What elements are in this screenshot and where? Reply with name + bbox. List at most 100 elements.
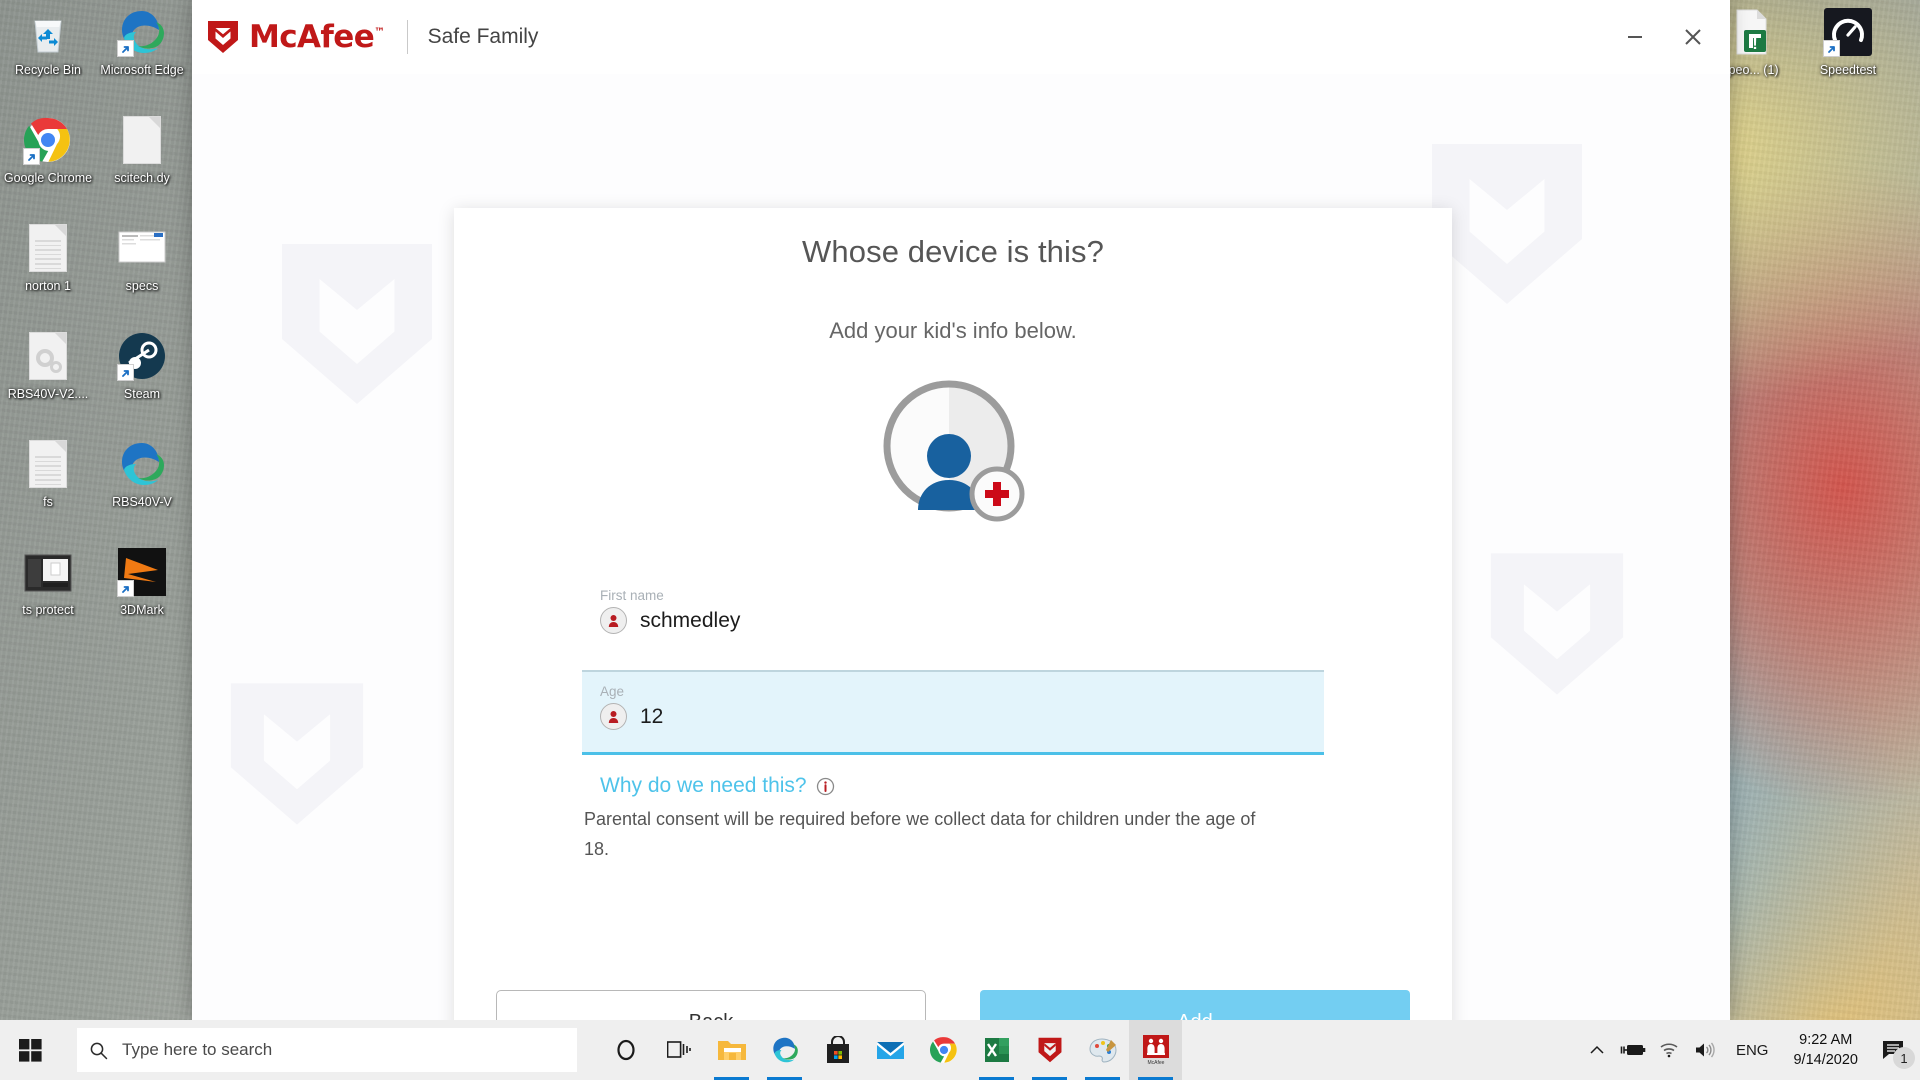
notifications-button[interactable]: 1 <box>1870 1020 1916 1080</box>
volume-button[interactable] <box>1687 1020 1723 1080</box>
excel-button[interactable] <box>970 1020 1023 1080</box>
document-icon <box>24 224 72 272</box>
mail-button[interactable] <box>864 1020 917 1080</box>
safe-family-icon: McAfee <box>1142 1035 1169 1065</box>
info-icon[interactable] <box>816 777 835 796</box>
back-button[interactable]: Back <box>496 990 926 1020</box>
steam-icon <box>117 332 166 381</box>
desktop-icon-microsoft-edge[interactable]: Microsoft Edge <box>96 8 188 78</box>
watermark-shield-icon <box>222 674 372 834</box>
watermark-shield-icon <box>1482 544 1632 704</box>
desktop-icon-speedtest[interactable]: Speedtest <box>1800 8 1896 78</box>
dialog-buttons: Back Add <box>454 990 1452 1020</box>
battery-button[interactable] <box>1615 1020 1651 1080</box>
mail-icon <box>877 1042 904 1059</box>
form-fields: First name schmedley Age 12 Why do we ne… <box>454 582 1452 864</box>
page-subtitle: Add your kid's info below. <box>829 318 1077 343</box>
add-kid-avatar[interactable] <box>873 370 1033 530</box>
clock-date: 9/14/2020 <box>1793 1052 1858 1068</box>
window-title-bar: McAfee™ Safe Family <box>192 0 1730 74</box>
desktop-icon-scitech-dy[interactable]: scitech.dy <box>96 116 188 186</box>
svg-text:McAfee: McAfee <box>1147 1060 1164 1065</box>
add-kid-dialog: Whose device is this? Add your kid's inf… <box>454 208 1452 1020</box>
person-icon <box>600 703 627 730</box>
window-content: Whose device is this? Add your kid's inf… <box>192 74 1730 1020</box>
desktop-icon-specs[interactable]: specs <box>96 224 188 294</box>
clock[interactable]: 9:22 AM 9/14/2020 <box>1781 1030 1870 1070</box>
product-title: Safe Family <box>427 25 539 48</box>
first-name-value: schmedley <box>640 608 741 632</box>
mcafee-logo: McAfee™ <box>206 19 385 55</box>
minimize-icon <box>1628 36 1642 38</box>
excel-icon <box>984 1038 1009 1062</box>
cortana-button[interactable] <box>599 1020 652 1080</box>
document-icon <box>24 440 72 488</box>
safe-family-window: McAfee™ Safe Family Whose device is this… <box>192 0 1730 1020</box>
minimize-button[interactable] <box>1606 9 1664 65</box>
wifi-icon <box>1660 1043 1678 1058</box>
notification-badge: 1 <box>1893 1047 1915 1069</box>
desktop-icon-label: Google Chrome <box>3 171 93 185</box>
desktop-icon-rbs40v-v[interactable]: RBS40V-V <box>96 440 188 510</box>
task-view-button[interactable] <box>652 1020 705 1080</box>
mcafee-shield-icon <box>1038 1037 1061 1063</box>
recycle-bin-icon <box>24 8 72 56</box>
excel-warning-icon: ! <box>1724 8 1772 56</box>
safe-family-button[interactable]: McAfee <box>1129 1020 1182 1080</box>
desktop-icon-fs[interactable]: fs <box>2 440 94 510</box>
task-view-icon <box>666 1041 691 1058</box>
desktop-icon-google-chrome[interactable]: Google Chrome <box>2 116 94 186</box>
age-label: Age <box>600 684 625 699</box>
add-button[interactable]: Add <box>980 990 1410 1020</box>
close-button[interactable] <box>1664 9 1722 65</box>
chevron-up-icon <box>1590 1045 1604 1054</box>
3dmark-icon <box>117 548 166 597</box>
file-explorer-button[interactable] <box>705 1020 758 1080</box>
chrome-icon <box>929 1037 957 1063</box>
show-hidden-icons-button[interactable] <box>1579 1020 1615 1080</box>
mcafee-wordmark: McAfee™ <box>249 19 385 55</box>
system-tray: ENG 9:22 AM 9/14/2020 1 <box>1579 1020 1920 1080</box>
shortcut-arrow-icon <box>117 364 134 381</box>
desktop-icon-label: ts protect <box>22 603 74 617</box>
microsoft-store-button[interactable] <box>811 1020 864 1080</box>
desktop-icon-label: specs <box>125 279 159 293</box>
windows-logo-icon <box>18 1038 42 1062</box>
microsoft-store-icon <box>826 1036 849 1063</box>
person-add-icon <box>883 380 1025 522</box>
age-field[interactable]: Age 12 <box>582 670 1324 755</box>
mcafee-button[interactable] <box>1023 1020 1076 1080</box>
watermark-shield-icon <box>272 234 442 414</box>
battery-charging-icon <box>1620 1045 1646 1055</box>
desktop-icon-norton-1[interactable]: norton 1 <box>2 224 94 294</box>
chrome-button[interactable] <box>917 1020 970 1080</box>
shortcut-arrow-icon <box>23 148 40 165</box>
desktop-icon-label: Microsoft Edge <box>100 63 184 77</box>
desktop-icon-label: norton 1 <box>25 279 71 293</box>
chrome-icon <box>23 116 72 165</box>
desktop-icon-ts-protect[interactable]: ts protect <box>2 548 94 618</box>
network-button[interactable] <box>1651 1020 1687 1080</box>
edge-button[interactable] <box>758 1020 811 1080</box>
screenshot-icon <box>24 548 72 596</box>
language-indicator[interactable]: ENG <box>1723 1042 1782 1059</box>
desktop-icon-column-1: Recycle Bin Google Chrome norton 1 RBS40… <box>2 8 94 656</box>
desktop-icon-label: fs <box>43 495 53 509</box>
search-input[interactable]: Type here to search <box>77 1028 577 1072</box>
desktop-icon-rbs40v-v2[interactable]: RBS40V-V2.... <box>2 332 94 402</box>
start-button[interactable] <box>0 1020 60 1080</box>
clock-time: 9:22 AM <box>1799 1032 1853 1048</box>
desktop-icon-recycle-bin[interactable]: Recycle Bin <box>2 8 94 78</box>
taskbar: Type here to search McAfee ENG 9:22 AM 9… <box>0 1020 1920 1080</box>
mcafee-shield-icon <box>208 21 238 53</box>
settings-file-icon <box>24 332 72 380</box>
why-do-we-need-this-link[interactable]: Why do we need this? <box>600 774 807 798</box>
speedtest-icon <box>1823 8 1872 57</box>
cortana-icon <box>616 1039 635 1061</box>
first-name-field[interactable]: First name schmedley <box>582 582 1324 644</box>
why-do-we-need-this-row[interactable]: Why do we need this? <box>600 774 1452 798</box>
paint-button[interactable] <box>1076 1020 1129 1080</box>
desktop-icon-steam[interactable]: Steam <box>96 332 188 402</box>
desktop-icon-3dmark[interactable]: 3DMark <box>96 548 188 618</box>
shortcut-arrow-icon <box>1823 40 1840 57</box>
